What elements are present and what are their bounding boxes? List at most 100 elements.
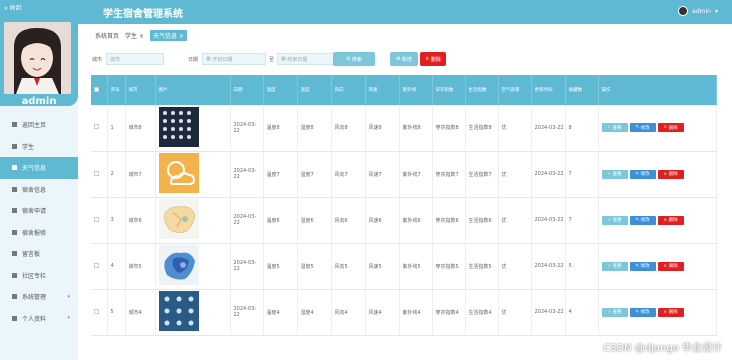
edit-label: 修改	[640, 125, 650, 131]
sidebar-item-weather[interactable]: 天气信息	[0, 157, 78, 179]
cell-image[interactable]	[155, 289, 231, 336]
view-button[interactable]: ✓ 查看	[601, 261, 628, 271]
sidebar-item-dorm-info[interactable]: 宿舍信息	[0, 179, 78, 201]
cell-air-quality: 优	[498, 105, 532, 152]
tab-student[interactable]: 学生 ×	[125, 31, 144, 40]
sidebar-item-message-board[interactable]: 留言板	[0, 243, 78, 265]
grid-icon	[12, 165, 17, 171]
table-row: 2 城市7 2024-03-22 温度7 湿度7 风向7 风速7 紫外线7 穿衣…	[91, 151, 717, 198]
grid-icon	[12, 315, 17, 321]
checkbox-icon	[94, 124, 99, 130]
cell-humidity: 湿度7	[297, 151, 332, 198]
search-button[interactable]: ⊘ 搜索	[333, 52, 375, 66]
edit-button[interactable]: ✎ 修改	[629, 307, 656, 317]
cell-air-quality: 优	[498, 197, 532, 244]
delete-row-button[interactable]: × 删除	[657, 215, 684, 225]
column-header[interactable]: 日期	[230, 75, 264, 105]
cell-wind-direction: 风向4	[331, 289, 366, 336]
city-input[interactable]: 城市	[106, 53, 165, 65]
sidebar-menu: 返回主页 学生 天气信息 宿舍信息 宿舍申请 宿舍报修 留言板 社区专栏 系统管…	[0, 114, 78, 329]
table-row: 1 城市8 2024-03-22 温度8 湿度8 风向8 风速8 紫外线8 穿衣…	[91, 105, 717, 152]
column-header[interactable]: 生活指数	[465, 75, 499, 105]
delete-button[interactable]: × 删除	[420, 52, 446, 66]
settings-icon	[12, 294, 17, 300]
column-header[interactable]: 湿度	[297, 75, 332, 105]
column-header[interactable]: 序号	[107, 75, 126, 105]
cell-image[interactable]	[155, 105, 231, 152]
sidebar-item-home[interactable]: 返回主页	[0, 114, 78, 136]
row-checkbox[interactable]	[91, 151, 108, 198]
column-header: 操作	[598, 75, 717, 105]
cell-life-index: 生活指数4	[465, 289, 499, 336]
sidebar-item-label: 宿舍报修	[22, 229, 47, 237]
add-button[interactable]: ⊕ 新增	[390, 52, 418, 66]
weather-icons-image	[158, 106, 199, 147]
sidebar-item-dorm-apply[interactable]: 宿舍申请	[0, 200, 78, 222]
cell-humidity: 湿度4	[297, 289, 332, 336]
checkbox-icon	[94, 170, 99, 176]
column-header[interactable]: 风速	[365, 75, 400, 105]
table-row: 5 城市4 2024-03-22 温度4 湿度4 风向4 风速4 紫外线4 穿衣…	[91, 289, 717, 336]
breadcrumb-home[interactable]: 系统首页	[95, 31, 119, 40]
sidebar-item-system[interactable]: 系统管理 ▾	[0, 286, 78, 308]
edit-button[interactable]: ✎ 修改	[629, 123, 656, 133]
cell-life-index: 生活指数5	[465, 243, 499, 290]
delete-row-button[interactable]: × 删除	[657, 169, 684, 179]
column-header[interactable]: 空气质量	[498, 75, 532, 105]
date-end-input[interactable]: ▦ 结束日期	[277, 53, 342, 65]
close-icon[interactable]: ×	[179, 33, 184, 40]
row-checkbox[interactable]	[91, 243, 108, 290]
grid-icon	[12, 251, 17, 257]
cell-dress-index: 穿衣指数4	[432, 289, 466, 336]
sidebar-item-dorm-repair[interactable]: 宿舍报修	[0, 222, 78, 244]
cell-actions: ✓ 查看 ✎ 修改 × 删除	[598, 243, 717, 290]
view-button[interactable]: ✓ 查看	[601, 123, 628, 133]
cell-image[interactable]	[155, 243, 231, 290]
row-checkbox[interactable]	[91, 289, 108, 336]
delete-label: 删除	[668, 125, 678, 131]
delete-row-button[interactable]: × 删除	[657, 123, 684, 133]
cell-updated: 2024-03-22	[531, 289, 566, 336]
column-header[interactable]: 城市	[125, 75, 156, 105]
view-button[interactable]: ✓ 查看	[601, 215, 628, 225]
weather-table: 序号 城市 图片 日期 温度 湿度 风向 风速 紫外线 穿衣指数 生活指数 空气…	[91, 75, 717, 336]
cell-wind-speed: 风速5	[365, 243, 400, 290]
select-all-checkbox[interactable]	[91, 75, 108, 105]
user-menu[interactable]: admin ▾	[678, 6, 718, 16]
sidebar-item-profile[interactable]: 个人资料 ▾	[0, 308, 78, 330]
edit-button[interactable]: ✎ 修改	[629, 215, 656, 225]
sidebar-item-community[interactable]: 社区专栏	[0, 265, 78, 287]
view-button[interactable]: ✓ 查看	[601, 169, 628, 179]
edit-button[interactable]: ✎ 修改	[629, 261, 656, 271]
chevron-down-icon: ▾	[714, 7, 718, 15]
cell-uv: 紫外线4	[399, 289, 433, 336]
sidebar-item-label: 学生	[22, 143, 35, 151]
column-header[interactable]: 穿衣指数	[432, 75, 466, 105]
cell-image[interactable]	[155, 197, 231, 244]
close-icon[interactable]: ×	[139, 33, 144, 40]
view-button[interactable]: ✓ 查看	[601, 307, 628, 317]
column-header[interactable]: 收藏数	[565, 75, 599, 105]
row-checkbox[interactable]	[91, 197, 108, 244]
column-header[interactable]: 紫外线	[399, 75, 433, 105]
date-start-input[interactable]: ▦ 开始日期	[202, 53, 267, 65]
column-header[interactable]: 图片	[155, 75, 231, 105]
column-header[interactable]: 温度	[263, 75, 298, 105]
cell-updated: 2024-03-22	[531, 243, 566, 290]
delete-label: 删除	[668, 264, 678, 269]
view-label: 查看	[612, 125, 622, 131]
edit-button[interactable]: ✎ 修改	[629, 169, 656, 179]
column-header[interactable]: 风向	[331, 75, 366, 105]
column-header[interactable]: 更新时间	[531, 75, 566, 105]
sidebar-item-label: 宿舍申请	[22, 208, 47, 216]
sidebar-item-student[interactable]: 学生	[0, 136, 78, 158]
cell-city: 城市6	[125, 197, 156, 244]
tab-weather[interactable]: 天气信息 ×	[149, 30, 187, 41]
app-title: 学生宿舍管理系统	[103, 9, 183, 20]
date-end-placeholder: 结束日期	[287, 56, 308, 63]
delete-row-button[interactable]: × 删除	[657, 261, 684, 271]
cell-favorites: 8	[565, 105, 599, 152]
cell-image[interactable]	[155, 151, 231, 198]
delete-row-button[interactable]: × 删除	[657, 307, 684, 317]
row-checkbox[interactable]	[91, 105, 108, 152]
